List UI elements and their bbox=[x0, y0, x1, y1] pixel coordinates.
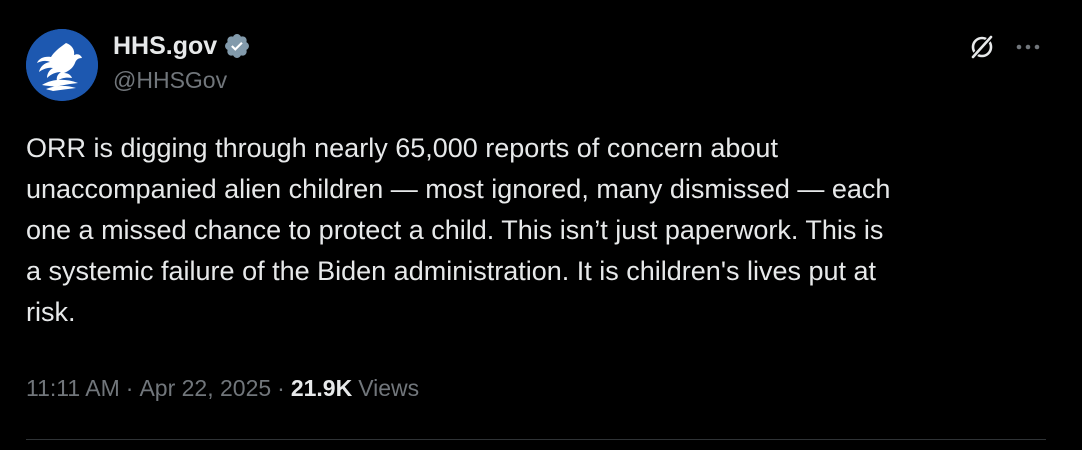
tweet-time[interactable]: 11:11 AM bbox=[26, 375, 120, 402]
views-count[interactable]: 21.9K bbox=[291, 375, 352, 402]
divider bbox=[26, 439, 1046, 440]
more-options-icon[interactable] bbox=[1014, 36, 1042, 58]
meta-separator: · bbox=[125, 375, 134, 401]
avatar[interactable] bbox=[26, 29, 98, 101]
author-display-name[interactable]: HHS.gov bbox=[113, 32, 217, 61]
meta-separator: · bbox=[277, 375, 285, 401]
grok-icon[interactable] bbox=[968, 33, 996, 61]
verified-badge-icon[interactable] bbox=[223, 32, 251, 60]
author-name-row: HHS.gov bbox=[113, 31, 251, 61]
tweet-date[interactable]: Apr 22, 2025 bbox=[139, 375, 271, 402]
tweet-text: ORR is digging through nearly 65,000 rep… bbox=[26, 133, 891, 327]
tweet-meta: 11:11 AM · Apr 22, 2025 · 21.9K Views bbox=[26, 375, 419, 402]
hhs-eagle-logo-icon bbox=[26, 29, 98, 101]
tweet: HHS.gov @HHSGov ORR is digging through n… bbox=[0, 0, 1082, 450]
views-label: Views bbox=[358, 375, 420, 401]
author-handle[interactable]: @HHSGov bbox=[113, 67, 227, 94]
